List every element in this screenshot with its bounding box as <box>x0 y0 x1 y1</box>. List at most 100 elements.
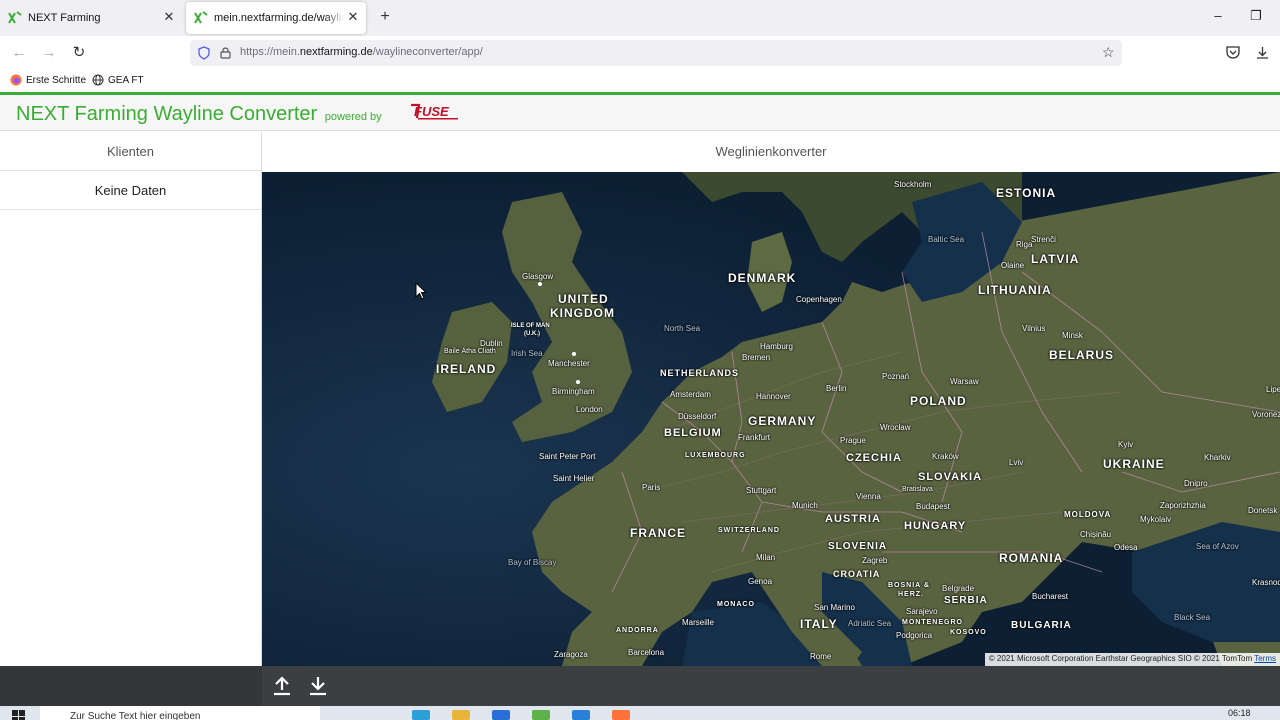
new-tab-icon[interactable]: + <box>376 8 394 26</box>
map-label-city: Bratislava <box>902 486 933 493</box>
map-label-city: Milan <box>756 553 776 562</box>
reload-icon[interactable]: ↻ <box>70 44 88 62</box>
brand-next: NEXT <box>16 103 69 125</box>
map-label-country: BELGIUM <box>664 427 722 439</box>
brand-powered-by: powered by <box>324 111 382 123</box>
forward-arrow-icon[interactable]: → <box>40 44 58 62</box>
download-icon[interactable] <box>306 674 330 698</box>
map-label-country: SWITZERLAND <box>718 527 780 534</box>
map-label-city: Saint Peter Port <box>539 452 596 461</box>
store-icon[interactable] <box>492 710 510 720</box>
map-view[interactable]: ESTONIA LATVIA LITHUANIA DENMARK UNITED … <box>262 172 1280 666</box>
next-farming-favicon-icon <box>194 11 208 24</box>
map-label-city: Lviv <box>1009 458 1024 467</box>
app-logo[interactable]: NEXT Farming Wayline Converter powered b… <box>16 103 382 126</box>
map-copyright: © 2021 Microsoft Corporation Earthstar G… <box>984 653 1280 666</box>
bookmarks-bar: Erste Schritte GEA FT <box>0 70 1280 92</box>
map-label-country: KOSOVO <box>950 629 987 636</box>
map-label-country: CZECHIA <box>846 452 902 464</box>
back-arrow-icon[interactable]: ← <box>10 44 28 62</box>
map-label-city: Hamburg <box>760 342 793 351</box>
minimize-icon[interactable]: – <box>1208 8 1228 23</box>
tab-wayline-converter[interactable]: mein.nextfarming.de/waylineconverter/app… <box>186 2 366 34</box>
firefox-taskbar-icon[interactable] <box>612 710 630 720</box>
bookmark-label: Erste Schritte <box>26 74 87 86</box>
windows-start-icon[interactable] <box>12 710 26 720</box>
close-tab-icon[interactable]: ✕ <box>162 10 176 24</box>
map-city-dot <box>538 282 542 286</box>
map-label-city: Odesa <box>1114 543 1138 552</box>
map-label-sea: Bay of Biscay <box>508 558 557 567</box>
map-label-country: IRELAND <box>436 362 497 376</box>
map-label-city: Vienna <box>856 492 881 501</box>
mail-icon[interactable] <box>572 710 590 720</box>
map-label-city: Strenči <box>1031 235 1056 244</box>
app-header: NEXT Farming Wayline Converter powered b… <box>0 95 1280 131</box>
map-label-city: Genoa <box>748 577 773 586</box>
url-text: https://mein.nextfarming.de/waylineconve… <box>240 46 483 58</box>
shield-icon[interactable] <box>198 46 210 60</box>
map-label-city: Manchester <box>548 359 590 368</box>
map-label-city: Zaragoza <box>554 650 588 659</box>
bookmark-star-icon[interactable]: ☆ <box>1102 44 1115 61</box>
map-label-city: Donetsk <box>1248 506 1278 515</box>
map-label-country: LITHUANIA <box>978 283 1052 297</box>
map-label-city: Kraków <box>932 452 959 461</box>
map-label-city: Saint Helier <box>553 474 595 483</box>
map-label-city: Sarajevo <box>906 607 938 616</box>
map-label-country: ISLE OF MAN <box>511 323 550 329</box>
map-label-country: NETHERLANDS <box>660 368 740 378</box>
map-label-country: ESTONIA <box>996 186 1057 200</box>
map-label-city: Kyiv <box>1118 440 1134 449</box>
tab-title: NEXT Farming <box>28 12 101 24</box>
bookmark-gea-ft[interactable]: GEA FT <box>92 74 144 86</box>
bookmark-erste-schritte[interactable]: Erste Schritte <box>10 74 86 86</box>
terms-link[interactable]: Terms <box>1254 654 1276 663</box>
map-label-country: HERZ. <box>898 591 924 598</box>
lock-icon[interactable] <box>220 46 231 59</box>
map-label-country: SERBIA <box>944 595 988 606</box>
map-label-city: Frankfurt <box>738 433 771 442</box>
downloads-icon[interactable] <box>1256 46 1269 59</box>
map-label-city: Stuttgart <box>746 486 777 495</box>
map-label-country: BOSNIA & <box>888 582 930 589</box>
pocket-icon[interactable] <box>1226 46 1240 59</box>
no-data-text: Keine Daten <box>0 171 261 210</box>
close-tab-icon[interactable]: ✕ <box>346 10 360 24</box>
map-label-country: DENMARK <box>728 271 797 285</box>
map-label-sea: Irish Sea <box>511 349 543 358</box>
explorer-icon[interactable] <box>452 710 470 720</box>
map-label-city: Kharkiv <box>1204 453 1231 462</box>
bookmark-label: GEA FT <box>108 74 144 86</box>
map-label-city: Belgrade <box>942 584 975 593</box>
windows-taskbar: Zur Suche Text hier eingeben 06:18 <box>0 706 1280 720</box>
map-label-city: Warsaw <box>950 377 979 386</box>
browser-tab-bar: NEXT Farming ✕ mein.nextfarming.de/wayli… <box>0 0 1280 36</box>
map-label-city: Rome <box>810 652 832 661</box>
map-label-country: LATVIA <box>1031 252 1080 266</box>
map-label-country: MOLDOVA <box>1064 510 1112 519</box>
tab-title: mein.nextfarming.de/waylineconverter/app… <box>214 12 344 24</box>
map-label-country: UNITED <box>558 292 609 306</box>
map-label-city: Dnipro <box>1184 479 1208 488</box>
restore-icon[interactable]: ❐ <box>1246 8 1266 24</box>
address-bar[interactable]: https://mein.nextfarming.de/waylineconve… <box>190 40 1122 66</box>
map-label-country: SLOVENIA <box>828 541 888 552</box>
map-label-city: Birmingham <box>552 387 595 396</box>
map-label-city: Bremen <box>742 353 771 362</box>
map-label-city: Mykolaiv <box>1140 515 1172 524</box>
fuse-logo: FUSE <box>411 103 458 120</box>
map-label-city: Glasgow <box>522 272 554 281</box>
upload-icon[interactable] <box>270 674 294 698</box>
map-label-city: Olaine <box>1001 261 1025 270</box>
taskbar-clock: 06:18 <box>1228 708 1251 718</box>
tab-next-farming[interactable]: NEXT Farming ✕ <box>0 2 182 34</box>
map-label-country: HUNGARY <box>904 520 967 532</box>
map-label-country: AUSTRIA <box>825 513 881 525</box>
map-label-country: UKRAINE <box>1103 457 1165 471</box>
app-icon[interactable] <box>532 710 550 720</box>
taskbar-search-input[interactable]: Zur Suche Text hier eingeben <box>40 706 320 720</box>
edge-icon[interactable] <box>412 710 430 720</box>
map-label-city: Copenhagen <box>796 295 842 304</box>
map-label-country: SLOVAKIA <box>918 471 983 483</box>
